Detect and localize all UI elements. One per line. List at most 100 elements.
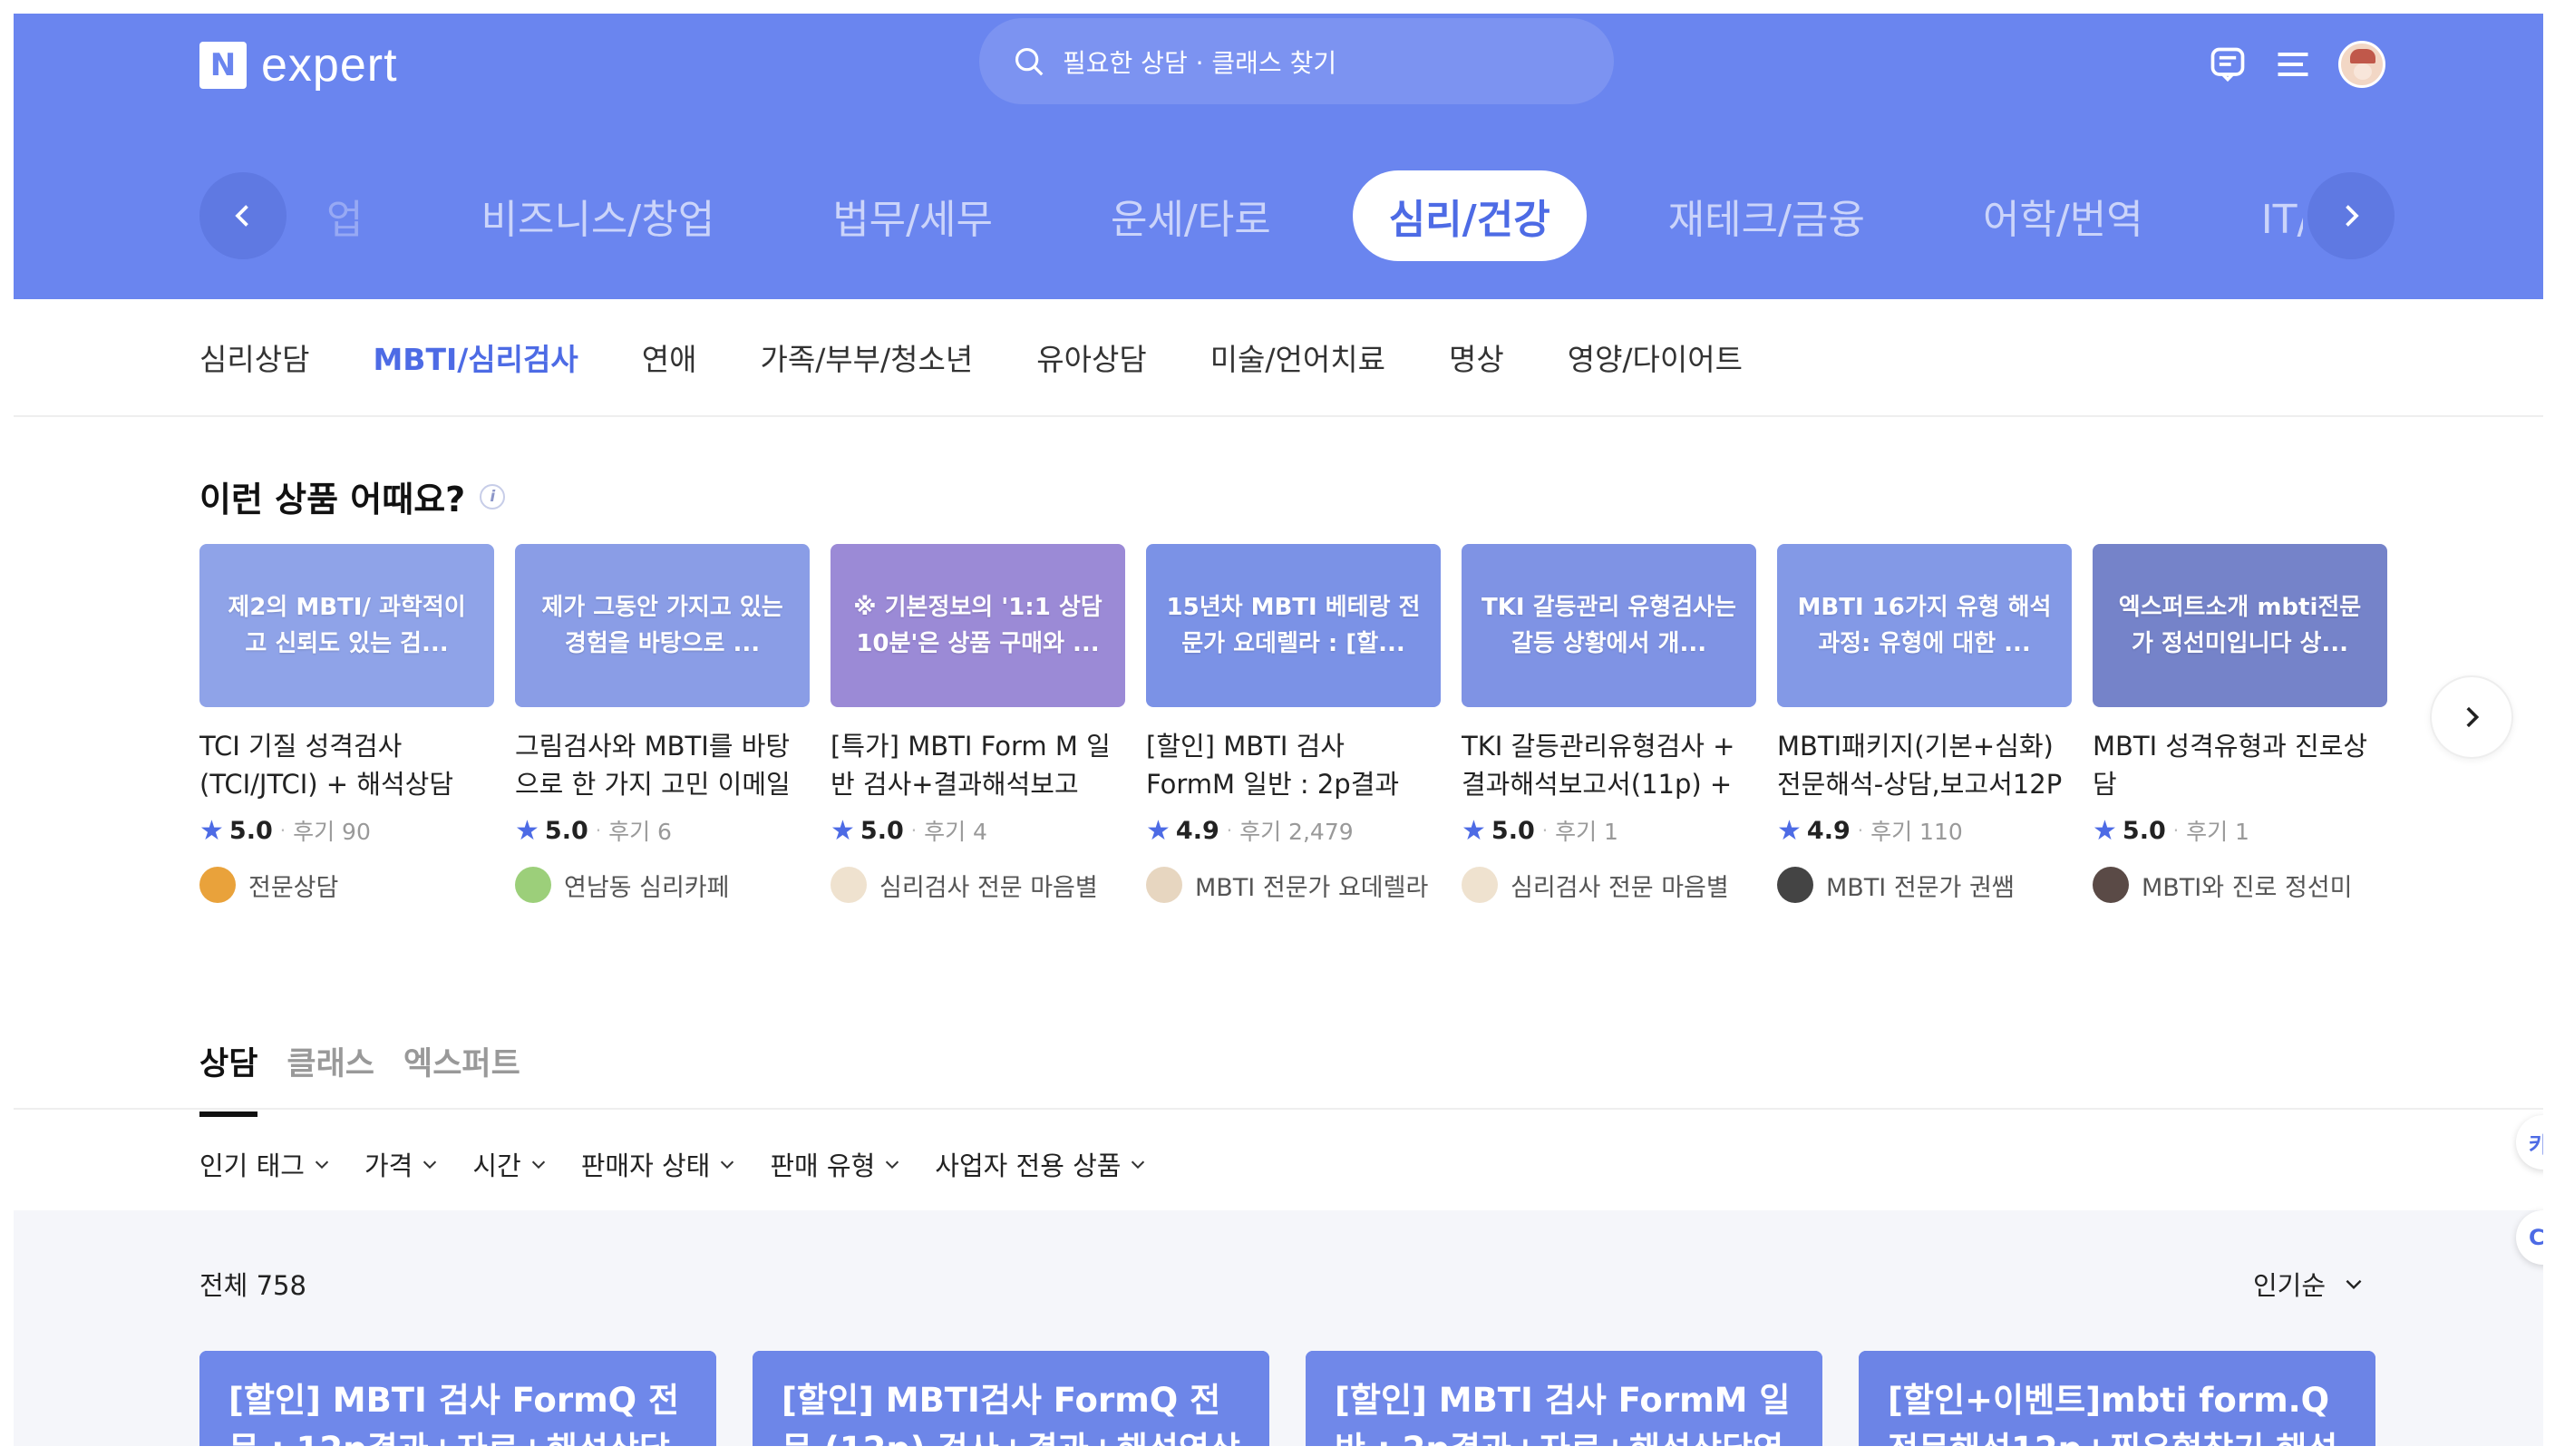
card-thumbnail[interactable]: ※ 기본정보의 '1:1 상담 10분'은 상품 구매와 ... <box>831 544 1125 707</box>
card-seller[interactable]: 연남동 심리카페 <box>515 867 810 903</box>
card-title[interactable]: [특가] MBTI Form M 일반 검사+결과해석보고서... <box>831 727 1125 803</box>
recommend-next-button[interactable] <box>2430 675 2513 759</box>
product-list-area: 전체 758 인기순 [할인] MBTI 검사 FormQ 전문 : 12p결과… <box>14 1210 2543 1446</box>
product-card[interactable]: [할인] MBTI 검사 FormM 일반 : 2p결과+자료+해석상담영상 <box>1306 1351 1822 1446</box>
search-placeholder: 필요한 상담 · 클래스 찾기 <box>1063 47 1337 78</box>
card-thumbnail-text: ※ 기본정보의 '1:1 상담 10분'은 상품 구매와 ... <box>853 593 1103 657</box>
subnav-meditation[interactable]: 명상 <box>1449 335 1504 379</box>
avatar[interactable] <box>2338 41 2385 88</box>
category-bar: 업 비즈니스/창업 법무/세무 운세/타로 심리/건강 재테크/금융 어학/번역… <box>199 168 2395 263</box>
subnav-dating[interactable]: 연애 <box>642 335 697 379</box>
card-title[interactable]: TCI 기질 성격검사(TCI/JTCI) + 해석상담 40분 <box>199 727 494 803</box>
category-item-psychology[interactable]: 심리/건강 <box>1352 170 1587 261</box>
logo-mark: N <box>199 42 247 89</box>
product-card[interactable]: [할인] MBTI 검사 FormQ 전문 : 12p결과+자료+해석상담영상 <box>199 1351 716 1446</box>
card-thumbnail[interactable]: 제2의 MBTI/ 과학적이고 신뢰도 있는 검... <box>199 544 494 707</box>
total-count: 전체 758 <box>199 1270 306 1301</box>
subnav-nutrition[interactable]: 영양/다이어트 <box>1568 335 1743 379</box>
card-seller[interactable]: 심리검사 전문 마음별 <box>831 867 1125 903</box>
logo-text: expert <box>261 39 398 92</box>
filter-label: 판매 유형 <box>770 1150 876 1181</box>
seller-avatar <box>199 867 236 903</box>
category-item-language[interactable]: 어학/번역 <box>1947 170 2180 261</box>
card-reviews: 후기 4 <box>924 819 987 845</box>
recommend-card[interactable]: MBTI 16가지 유형 해석과정: 유형에 대한 ... MBTI패키지(기본… <box>1777 544 2072 903</box>
tab-expert[interactable]: 엑스퍼트 <box>403 1038 520 1117</box>
card-reviews: 후기 1 <box>1555 819 1618 845</box>
sort-dropdown[interactable]: 인기순 <box>2253 1265 2366 1303</box>
card-reviews: 후기 1 <box>2186 819 2249 845</box>
card-title[interactable]: MBTI패키지(기본+심화)전문해석-상담,보고서12P <box>1777 727 2072 803</box>
card-score: 5.0 <box>860 816 904 845</box>
chevron-down-icon <box>1132 1160 1145 1170</box>
category-item-fortune[interactable]: 운세/타로 <box>1074 170 1307 261</box>
filter-dropdown[interactable]: 인기 태그 <box>199 1145 332 1183</box>
filter-dropdown[interactable]: 시간 <box>472 1145 548 1183</box>
card-title[interactable]: 그림검사와 MBTI를 바탕으로 한 가지 고민 이메일 ... <box>515 727 810 803</box>
card-reviews: 후기 6 <box>608 819 672 845</box>
subnav-art-therapy[interactable]: 미술/언어치료 <box>1210 335 1385 379</box>
subnav-counseling[interactable]: 심리상담 <box>199 335 309 379</box>
header-icons <box>2208 41 2385 88</box>
card-seller[interactable]: MBTI 전문가 권쌤 <box>1777 867 2072 903</box>
subnav-child[interactable]: 유아상담 <box>1036 335 1146 379</box>
card-title[interactable]: MBTI 성격유형과 진로상담 <box>2093 727 2387 803</box>
card-seller[interactable]: MBTI 전문가 요데렐라 <box>1146 867 1441 903</box>
filter-dropdown[interactable]: 판매 유형 <box>770 1145 902 1183</box>
logo[interactable]: N expert <box>199 34 398 97</box>
seller-name: MBTI와 진로 정선미 <box>2142 873 2353 902</box>
product-list: [할인] MBTI 검사 FormQ 전문 : 12p결과+자료+해석상담영상 … <box>199 1351 2412 1446</box>
recommend-title-text: 이런 상품 어때요? <box>199 480 466 519</box>
menu-icon[interactable] <box>2273 44 2313 84</box>
tab-consult[interactable]: 상담 <box>199 1038 258 1117</box>
separator-dot: · <box>910 820 918 841</box>
product-card[interactable]: [할인] MBTI검사 FormQ 전문 (12p) 검사+결과+해석영상자료 <box>753 1351 1269 1446</box>
card-seller[interactable]: 전문상담 <box>199 867 494 903</box>
seller-name: 연남동 심리카페 <box>564 873 730 902</box>
tab-class[interactable]: 클래스 <box>287 1038 374 1117</box>
card-thumbnail[interactable]: 15년차 MBTI 베테랑 전문가 요데렐라 : [할... <box>1146 544 1441 707</box>
card-thumbnail[interactable]: 엑스퍼트소개 mbti전문가 정선미입니다 상... <box>2093 544 2387 707</box>
seller-name: 심리검사 전문 마음별 <box>1511 873 1729 902</box>
recommend-card[interactable]: 엑스퍼트소개 mbti전문가 정선미입니다 상... MBTI 성격유형과 진로… <box>2093 544 2387 903</box>
card-thumbnail[interactable]: TKI 갈등관리 유형검사는 갈등 상황에서 개... <box>1462 544 1756 707</box>
card-title[interactable]: [할인] MBTI 검사 FormM 일반 : 2p결과+자료+해... <box>1146 727 1441 803</box>
recommend-card[interactable]: 15년차 MBTI 베테랑 전문가 요데렐라 : [할... [할인] MBTI… <box>1146 544 1441 903</box>
filter-dropdown[interactable]: 사업자 전용 상품 <box>935 1145 1148 1183</box>
info-icon[interactable]: i <box>480 483 506 510</box>
sort-label: 인기순 <box>2253 1270 2327 1301</box>
chat-icon[interactable] <box>2208 44 2248 84</box>
card-seller[interactable]: 심리검사 전문 마음별 <box>1462 867 1756 903</box>
category-item-finance[interactable]: 재테크/금융 <box>1632 170 1901 261</box>
category-item-law[interactable]: 법무/세무 <box>796 170 1029 261</box>
chevron-down-icon <box>531 1160 545 1170</box>
filter-dropdown[interactable]: 판매자 상태 <box>581 1145 738 1183</box>
card-rating: ★ 5.0 · 후기 90 <box>199 814 494 847</box>
recommend-card[interactable]: TKI 갈등관리 유형검사는 갈등 상황에서 개... TKI 갈등관리유형검사… <box>1462 544 1756 903</box>
card-seller[interactable]: MBTI와 진로 정선미 <box>2093 867 2387 903</box>
category-next-button[interactable] <box>2307 172 2395 259</box>
card-score: 4.9 <box>1175 816 1219 845</box>
recommend-card[interactable]: ※ 기본정보의 '1:1 상담 10분'은 상품 구매와 ... [특가] MB… <box>831 544 1125 903</box>
category-prev-button[interactable] <box>199 172 287 259</box>
category-item-it-design[interactable]: IT/디자인 <box>2225 170 2303 261</box>
subnav-mbti[interactable]: MBTI/심리검사 <box>373 335 578 379</box>
category-item-business[interactable]: 비즈니스/창업 <box>444 170 751 261</box>
card-score: 5.0 <box>544 816 588 845</box>
recommend-card[interactable]: 제2의 MBTI/ 과학적이고 신뢰도 있는 검... TCI 기질 성격검사(… <box>199 544 494 903</box>
product-card[interactable]: [할인+이벤트]mbti form.Q전문해석12p+찐유형찾기 해석상담 <box>1859 1351 2375 1446</box>
subnav-family[interactable]: 가족/부부/청소년 <box>760 335 973 379</box>
side-float-button-top[interactable]: 카 <box>2516 1115 2543 1170</box>
card-thumbnail[interactable]: MBTI 16가지 유형 해석과정: 유형에 대한 ... <box>1777 544 2072 707</box>
chevron-down-icon <box>423 1160 437 1170</box>
side-float-bottom-label: C <box>2529 1225 2543 1250</box>
card-score: 5.0 <box>2122 816 2166 845</box>
search-bar[interactable]: 필요한 상담 · 클래스 찾기 <box>979 18 1614 104</box>
card-thumbnail[interactable]: 제가 그동안 가지고 있는 경험을 바탕으로 ... <box>515 544 810 707</box>
recommend-card[interactable]: 제가 그동안 가지고 있는 경험을 바탕으로 ... 그림검사와 MBTI를 바… <box>515 544 810 903</box>
star-icon: ★ <box>2093 814 2117 847</box>
filter-dropdown[interactable]: 가격 <box>364 1145 440 1183</box>
star-icon: ★ <box>515 814 539 847</box>
separator-dot: · <box>1541 820 1549 841</box>
card-title[interactable]: TKI 갈등관리유형검사 + 결과해석보고서(11p) + 후... <box>1462 727 1756 803</box>
